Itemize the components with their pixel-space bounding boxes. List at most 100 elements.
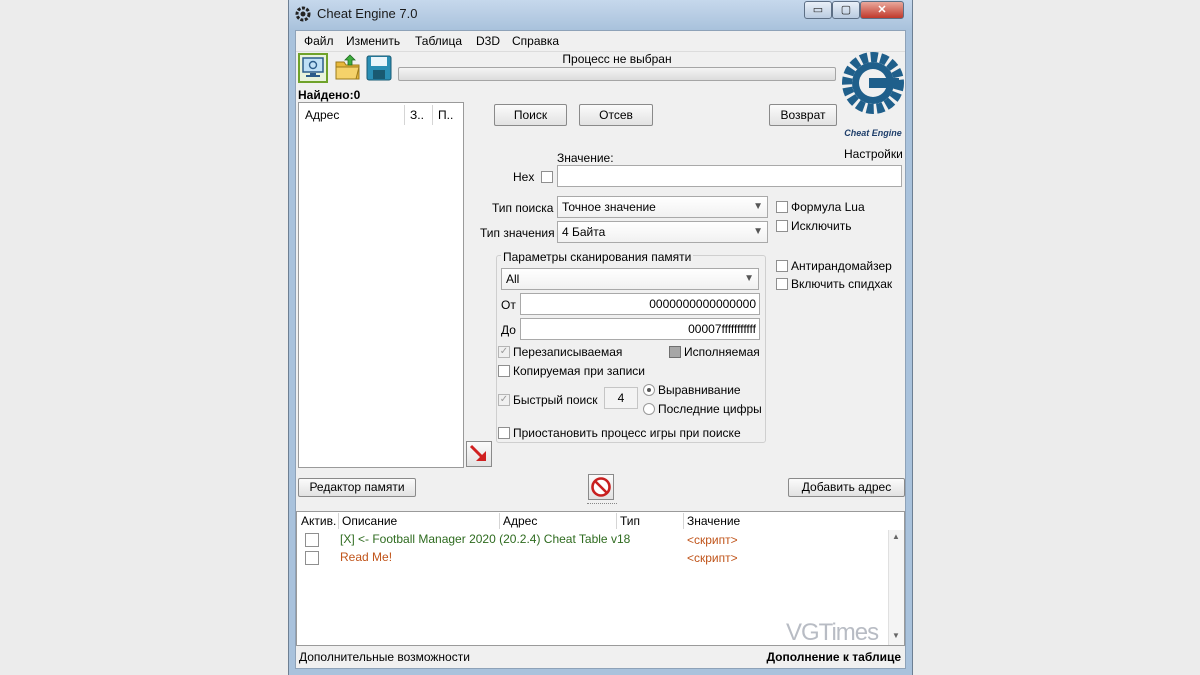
settings-link[interactable]: Настройки [844,147,903,161]
pause-game-label: Приостановить процесс игры при поиске [513,426,741,440]
memory-region-value: All [506,272,520,286]
col-value[interactable]: Значение [684,513,888,529]
to-label: До [501,323,516,337]
row-active-checkbox[interactable] [305,533,319,547]
hex-label: Hex [513,170,535,184]
scroll-down-icon[interactable]: ▼ [892,631,900,640]
copy-on-write-checkbox[interactable] [498,365,510,377]
lua-formula-label: Формула Lua [791,200,865,214]
fast-scan-alignment-input[interactable]: 4 [604,387,638,409]
col-active[interactable]: Актив. [298,513,339,529]
col-type[interactable]: Тип [617,513,684,529]
fast-scan-checkbox[interactable]: ✓ [498,394,510,406]
table-row[interactable]: [X] <- Football Manager 2020 (20.2.4) Ch… [297,531,887,549]
advanced-options-link[interactable]: Дополнительные возможности [299,650,470,664]
scan-progress-bar [398,67,836,81]
lua-formula-checkbox[interactable] [776,201,788,213]
copy-on-write-label: Копируемая при записи [513,364,645,378]
title-bar[interactable]: Cheat Engine 7.0 ▭ ▢ ✕ [289,0,912,30]
row-value: <скрипт> [687,551,738,565]
close-button[interactable]: ✕ [860,1,904,19]
row-description: [X] <- Football Manager 2020 (20.2.4) Ch… [340,532,631,546]
value-label: Значение: [557,151,614,165]
hex-checkbox[interactable] [541,171,553,183]
exclude-checkbox[interactable] [776,220,788,232]
cheat-engine-app-icon [295,6,311,22]
speedhack-checkbox[interactable] [776,278,788,290]
menu-edit[interactable]: Изменить [346,34,400,48]
speedhack-label: Включить спидхак [791,277,893,291]
found-count-label: Найдено:0 [298,88,361,102]
table-row[interactable]: Read Me! <скрипт> [297,549,887,567]
value-type-value: 4 Байта [562,225,606,239]
anti-randomizer-checkbox[interactable] [776,260,788,272]
first-scan-button[interactable]: Поиск [494,104,567,126]
last-digits-radio[interactable] [643,403,655,415]
logo-text: Cheat Engine [844,128,902,138]
scan-type-select[interactable]: Точное значение ▼ [557,196,768,218]
writable-checkbox[interactable]: ✓ [498,346,510,358]
alignment-radio[interactable] [643,384,655,396]
start-address-input[interactable]: 0000000000000000 [520,293,760,315]
window-client-area: Файл Изменить Таблица D3D Справка Процес… [295,30,906,669]
chevron-down-icon: ▼ [753,226,763,237]
select-process-button[interactable] [298,53,328,83]
memory-region-select[interactable]: All ▼ [501,268,759,290]
no-entry-icon [591,477,611,497]
scan-type-value: Точное значение [562,200,656,214]
process-name-label: Процесс не выбран [562,52,672,66]
save-disk-icon [366,55,392,81]
splitter-handle[interactable] [587,503,617,506]
col-description[interactable]: Описание [339,513,500,529]
clear-list-button[interactable] [588,474,614,500]
scan-type-label: Тип поиска [492,201,554,215]
maximize-button[interactable]: ▢ [832,1,860,19]
scan-value-input[interactable] [557,165,902,187]
writable-label: Перезаписываемая [513,345,623,359]
from-label: От [501,298,516,312]
table-scrollbar[interactable]: ▲ ▼ [888,530,904,645]
menu-help[interactable]: Справка [512,34,559,48]
cheat-engine-window: Cheat Engine 7.0 ▭ ▢ ✕ Файл Изменить Таб… [288,0,913,675]
window-title: Cheat Engine 7.0 [317,6,418,21]
computer-select-process-icon [302,57,324,77]
alignment-label: Выравнивание [658,383,741,397]
menu-table[interactable]: Таблица [415,34,462,48]
add-address-button[interactable]: Добавить адрес [788,478,905,497]
undo-scan-button[interactable]: Возврат [769,104,837,126]
results-col-previous[interactable]: П.. [433,105,461,125]
col-address[interactable]: Адрес [500,513,617,529]
open-table-button[interactable] [333,53,363,83]
pause-game-checkbox[interactable] [498,427,510,439]
memory-group-title: Параметры сканирования памяти [501,250,694,264]
executable-checkbox[interactable] [669,346,681,358]
status-bar: Дополнительные возможности Дополнение к … [296,648,905,668]
row-value: <скрипт> [687,533,738,547]
stop-address-input[interactable]: 00007fffffffffff [520,318,760,340]
red-arrow-down-right-icon [469,444,486,461]
row-description: Read Me! [340,550,393,564]
fast-scan-label: Быстрый поиск [513,393,598,407]
memory-view-button[interactable]: Редактор памяти [298,478,416,497]
minimize-button[interactable]: ▭ [804,1,832,19]
menu-bar: Файл Изменить Таблица D3D Справка [296,31,905,52]
chevron-down-icon: ▼ [744,273,754,284]
open-folder-icon [335,54,360,80]
table-extras-link[interactable]: Дополнение к таблице [766,650,901,664]
scroll-up-icon[interactable]: ▲ [892,532,900,541]
next-scan-button[interactable]: Отсев [579,104,653,126]
row-active-checkbox[interactable] [305,551,319,565]
menu-d3d[interactable]: D3D [476,34,500,48]
add-selected-to-table-button[interactable] [466,441,492,467]
menu-file[interactable]: Файл [304,34,334,48]
executable-label: Исполняемая [684,345,760,359]
save-table-button[interactable] [364,53,394,83]
cheat-engine-logo[interactable]: Cheat Engine [841,49,905,141]
anti-randomizer-label: Антирандомайзер [791,259,892,273]
watermark: VGTimes [786,619,879,646]
scan-results-list[interactable]: Адрес З.. П.. [298,102,464,468]
results-col-value[interactable]: З.. [405,105,433,125]
value-type-label: Тип значения [480,226,555,240]
results-col-address[interactable]: Адрес [300,105,405,125]
value-type-select[interactable]: 4 Байта ▼ [557,221,768,243]
